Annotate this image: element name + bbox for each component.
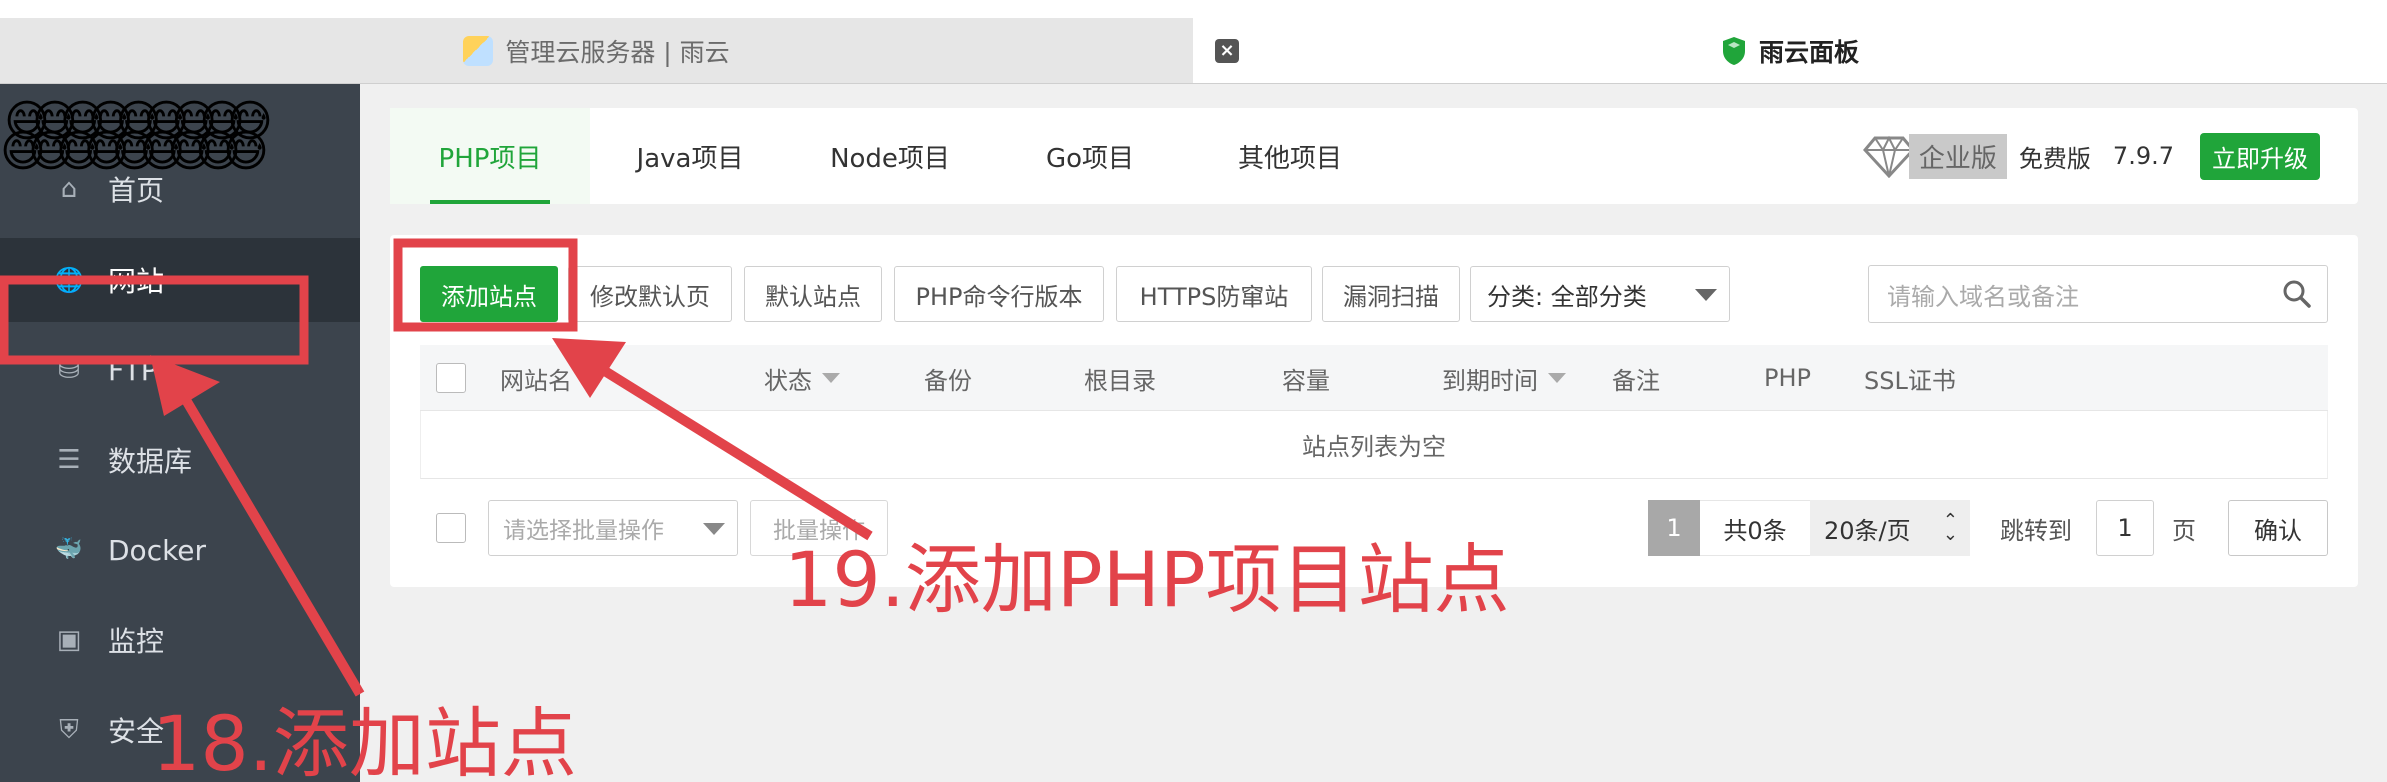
jump-label: 跳转到 bbox=[2000, 516, 2072, 545]
tab-node-project[interactable]: Node项目 bbox=[790, 108, 990, 204]
sort-caret-icon bbox=[822, 373, 840, 383]
column-label: 网站名 bbox=[500, 366, 572, 395]
chevron-down-icon bbox=[703, 523, 725, 535]
globe-icon: 🌐 bbox=[54, 266, 84, 294]
column-label: SSL证书 bbox=[1864, 366, 1956, 395]
column-remark: 备注 bbox=[1612, 345, 1660, 411]
add-site-button[interactable]: 添加站点 bbox=[420, 266, 558, 322]
annotation-step-19: 19.添加PHP项目站点 bbox=[784, 535, 1510, 624]
tab-label: 其他项目 bbox=[1237, 143, 1342, 174]
page-size-select[interactable]: 20条/页 ⌃ ⌄ bbox=[1810, 500, 1970, 556]
rainyun-favicon-icon bbox=[463, 36, 494, 66]
sidebar-item-label: 监控 bbox=[108, 625, 165, 658]
browser-tab-rainyun-console[interactable]: 管理云服务器 | 雨云 bbox=[0, 18, 1193, 84]
column-label: 根目录 bbox=[1084, 366, 1156, 395]
browser-tab-panel[interactable]: × 雨云面板 bbox=[1193, 18, 2387, 84]
total-count: 共0条 bbox=[1700, 500, 1810, 556]
tab-go-project[interactable]: Go项目 bbox=[990, 108, 1190, 204]
column-label: 容量 bbox=[1282, 366, 1330, 395]
database-icon: ☰ bbox=[57, 445, 81, 475]
sidebar-item-label: Docker bbox=[108, 533, 207, 567]
browser-tab-strip: 管理云服务器 | 雨云 × 雨云面板 bbox=[0, 0, 2387, 84]
screen: 管理云服务器 | 雨云 × 雨云面板 ⌂ 首页 🌐 网站 ⛁ FTP ☰ 数据库 bbox=[0, 0, 2387, 782]
shield-icon: ⛨ bbox=[59, 715, 79, 745]
sidebar-item-ftp[interactable]: ⛁ FTP bbox=[0, 328, 360, 412]
jump-unit: 页 bbox=[2172, 516, 2196, 545]
page-size-value: 20条/页 bbox=[1824, 516, 1911, 545]
php-cli-version-button[interactable]: PHP命令行版本 bbox=[894, 266, 1104, 322]
tab-other-project[interactable]: 其他项目 bbox=[1190, 108, 1390, 204]
tab-label: PHP项目 bbox=[438, 143, 542, 174]
column-ssl: SSL证书 bbox=[1864, 345, 1956, 411]
emoji-row: 😅😅😅😅😅😅😅😅😅 bbox=[0, 126, 269, 177]
tab-php-project[interactable]: PHP项目 bbox=[390, 108, 590, 204]
current-page[interactable]: 1 bbox=[1648, 500, 1700, 556]
sidebar-item-label: 网站 bbox=[108, 265, 165, 298]
column-backup: 备份 bbox=[924, 345, 972, 411]
jump-page-input[interactable]: 1 bbox=[2096, 500, 2154, 556]
vuln-scan-button[interactable]: 漏洞扫描 bbox=[1322, 266, 1460, 322]
sort-caret-icon bbox=[1548, 373, 1566, 383]
column-label: PHP bbox=[1764, 364, 1811, 392]
column-label: 到期时间 bbox=[1442, 366, 1538, 395]
docker-icon: 🐳 bbox=[55, 537, 83, 562]
search-icon[interactable] bbox=[2281, 278, 2313, 310]
category-select[interactable]: 分类: 全部分类 bbox=[1470, 266, 1730, 322]
column-label: 备注 bbox=[1612, 366, 1660, 395]
column-capacity: 容量 bbox=[1282, 345, 1330, 411]
tab-label: Go项目 bbox=[1045, 143, 1135, 174]
sidebar-item-website[interactable]: 🌐 网站 bbox=[0, 238, 360, 322]
diamond-icon bbox=[1862, 135, 1915, 178]
column-expire[interactable]: 到期时间 bbox=[1442, 345, 1566, 411]
emoji-sticker-pile: 😅😅😅😅😅😅😅😅😅 😅😅😅😅😅😅😅😅😅 bbox=[0, 100, 440, 200]
column-label: 状态 bbox=[764, 366, 812, 395]
sort-caret-icon bbox=[582, 373, 600, 383]
search-input[interactable]: 请输入域名或备注 bbox=[1868, 265, 2328, 323]
category-value: 分类: 全部分类 bbox=[1487, 282, 1647, 311]
monitor-icon: ▣ bbox=[56, 625, 82, 655]
column-root-dir: 根目录 bbox=[1084, 345, 1156, 411]
tab-label: Java项目 bbox=[636, 143, 744, 174]
free-edition-label: 免费版 bbox=[2018, 144, 2091, 173]
tab-title: 雨云面板 bbox=[1758, 38, 1859, 67]
confirm-button[interactable]: 确认 bbox=[2228, 500, 2328, 556]
upgrade-button[interactable]: 立即升级 bbox=[2200, 132, 2320, 180]
column-status[interactable]: 状态 bbox=[764, 345, 840, 411]
table-header: 网站名 状态 备份 根目录 容量 到期时间 备注 PHP SSL证书 bbox=[420, 345, 2328, 411]
annotation-step-18: 18.添加站点 bbox=[152, 699, 577, 782]
sidebar-item-docker[interactable]: 🐳 Docker bbox=[0, 508, 360, 592]
select-all-checkbox[interactable] bbox=[436, 363, 466, 393]
default-site-button[interactable]: 默认站点 bbox=[744, 266, 882, 322]
batch-placeholder: 请选择批量操作 bbox=[503, 518, 664, 544]
edit-default-page-button[interactable]: 修改默认页 bbox=[568, 266, 732, 322]
sidebar-item-label: FTP bbox=[108, 353, 158, 387]
sidebar-item-monitor[interactable]: ▣ 监控 bbox=[0, 598, 360, 682]
project-tabs-panel: PHP项目 Java项目 Node项目 Go项目 其他项目 企业版 免费版 7.… bbox=[390, 108, 2358, 204]
version-info: 企业版 免费版 7.9.7 立即升级 bbox=[1862, 132, 2320, 180]
ftp-icon: ⛁ bbox=[58, 355, 80, 385]
https-protect-button[interactable]: HTTPS防窜站 bbox=[1116, 266, 1312, 322]
tab-title: 管理云服务器 | 雨云 bbox=[505, 38, 730, 67]
column-site-name[interactable]: 网站名 bbox=[500, 345, 600, 411]
chevron-down-icon bbox=[1695, 289, 1717, 301]
column-label: 备份 bbox=[924, 366, 972, 395]
sidebar-item-database[interactable]: ☰ 数据库 bbox=[0, 418, 360, 502]
search-placeholder: 请输入域名或备注 bbox=[1887, 282, 2079, 311]
tab-label: Node项目 bbox=[830, 143, 950, 174]
version-number: 7.9.7 bbox=[2112, 142, 2174, 170]
batch-operation-select[interactable]: 请选择批量操作 bbox=[488, 500, 738, 556]
sidebar-item-label: 数据库 bbox=[108, 445, 193, 478]
column-php: PHP bbox=[1764, 345, 1811, 411]
enterprise-badge[interactable]: 企业版 bbox=[1908, 133, 2007, 179]
empty-table-message: 站点列表为空 bbox=[420, 411, 2328, 479]
footer-select-all-checkbox[interactable] bbox=[436, 513, 466, 543]
close-tab-icon[interactable]: × bbox=[1215, 39, 1239, 63]
shield-logo-icon bbox=[1722, 37, 1745, 65]
tab-java-project[interactable]: Java项目 bbox=[590, 108, 790, 204]
up-down-icon: ⌃ ⌄ bbox=[1942, 510, 1958, 545]
